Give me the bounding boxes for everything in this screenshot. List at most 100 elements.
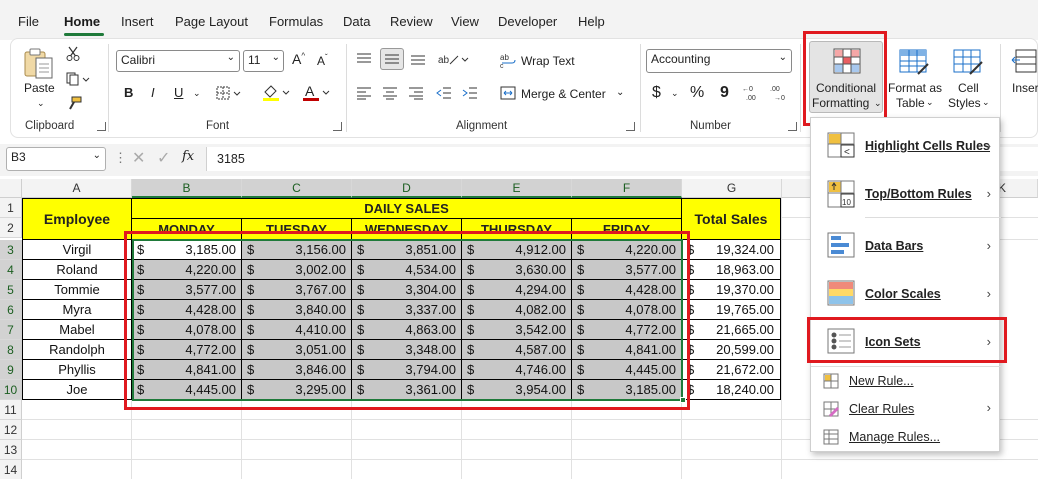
row-header-5[interactable]: 5 [0, 280, 22, 300]
increase-font-icon[interactable]: A^ [292, 51, 305, 67]
format-painter-icon[interactable] [66, 96, 82, 110]
accounting-format-button[interactable]: $ [652, 84, 661, 102]
comma-style-button[interactable]: 9 [720, 84, 729, 102]
row-header-9[interactable]: 9 [0, 360, 22, 380]
format-as-table-label-1[interactable]: Format as [888, 81, 942, 95]
name-box[interactable]: B3 ⌄ [6, 147, 106, 171]
insert-cells-icon[interactable] [1010, 48, 1038, 76]
select-all-corner[interactable] [0, 179, 22, 198]
employee-name-cell[interactable]: Myra [22, 300, 132, 320]
clipboard-launcher-icon[interactable] [97, 122, 106, 131]
decrease-font-icon[interactable]: Aˇ [317, 53, 328, 68]
chevron-down-icon[interactable]: ⌄ [926, 97, 934, 108]
row-header-11[interactable]: 11 [0, 400, 22, 420]
row-header-3[interactable]: 3 [0, 240, 22, 260]
menu-item-color-scales[interactable]: Color Scales › [811, 276, 1001, 316]
menu-item-new-rule[interactable]: New Rule... [811, 370, 1001, 394]
total-sales-header[interactable]: Total Sales [682, 198, 781, 240]
wrap-text-icon[interactable]: ab c [500, 52, 516, 68]
underline-icon[interactable]: U [174, 85, 183, 100]
row-header-12[interactable]: 12 [0, 420, 22, 440]
column-header-a[interactable]: A [22, 179, 132, 198]
tab-home[interactable]: Home [64, 14, 100, 29]
tab-file[interactable]: File [18, 14, 39, 29]
format-as-table-label-2[interactable]: Table [896, 96, 925, 110]
total-sales-cell[interactable]: $18,963.00 [682, 260, 781, 280]
chevron-down-icon[interactable]: ⌄ [193, 88, 201, 99]
bold-icon[interactable]: B [124, 85, 133, 100]
column-header-b[interactable]: B [132, 179, 242, 198]
font-name-dropdown[interactable]: Calibri ⌄ [116, 50, 240, 72]
decrease-indent-icon[interactable] [436, 86, 452, 100]
total-sales-cell[interactable]: $21,672.00 [682, 360, 781, 380]
chevron-down-icon[interactable]: ⌄ [616, 87, 624, 98]
tab-formulas[interactable]: Formulas [269, 14, 323, 29]
borders-icon[interactable] [216, 86, 242, 100]
font-color-icon[interactable]: A [302, 83, 332, 102]
employee-name-cell[interactable]: Phyllis [22, 360, 132, 380]
align-right-icon[interactable] [408, 86, 424, 100]
fill-color-icon[interactable] [262, 84, 292, 102]
tab-data[interactable]: Data [343, 14, 370, 29]
total-sales-cell[interactable]: $19,324.00 [682, 240, 781, 260]
cell-styles-label-2[interactable]: Styles [948, 96, 981, 110]
merge-center-button[interactable]: Merge & Center [521, 87, 606, 101]
tab-view[interactable]: View [451, 14, 479, 29]
menu-item-top-bottom-rules[interactable]: 10 Top/Bottom Rules › [811, 178, 1001, 218]
top-align-icon[interactable] [356, 52, 372, 66]
copy-icon[interactable] [66, 72, 90, 86]
number-format-dropdown[interactable]: Accounting ⌄ [646, 49, 792, 73]
employee-name-cell[interactable]: Joe [22, 380, 132, 400]
total-sales-cell[interactable]: $21,665.00 [682, 320, 781, 340]
insert-function-icon[interactable]: fx [182, 149, 194, 164]
alignment-launcher-icon[interactable] [626, 122, 635, 131]
employee-name-cell[interactable]: Roland [22, 260, 132, 280]
align-center-icon[interactable] [382, 86, 398, 100]
paste-icon[interactable] [22, 46, 56, 80]
bottom-align-icon[interactable] [410, 52, 426, 66]
enter-icon[interactable]: ✓ [157, 148, 170, 168]
column-header-c[interactable]: C [242, 179, 352, 198]
column-header-d[interactable]: D [352, 179, 462, 198]
row-header-13[interactable]: 13 [0, 440, 22, 460]
font-launcher-icon[interactable] [333, 122, 342, 131]
row-header-7[interactable]: 7 [0, 320, 22, 340]
menu-item-clear-rules[interactable]: Clear Rules › [811, 398, 1001, 422]
cell-styles-label-1[interactable]: Cell [958, 81, 979, 95]
row-header-2[interactable]: 2 [0, 218, 22, 238]
increase-indent-icon[interactable] [462, 86, 478, 100]
font-size-dropdown[interactable]: 11 ⌄ [243, 50, 284, 72]
align-left-icon[interactable] [356, 86, 372, 100]
tab-developer[interactable]: Developer [498, 14, 557, 29]
orientation-icon[interactable]: ab [438, 52, 470, 66]
tab-insert[interactable]: Insert [121, 14, 154, 29]
paste-button[interactable]: Paste [24, 81, 55, 95]
employee-header[interactable]: Employee [22, 198, 132, 240]
row-header-4[interactable]: 4 [0, 260, 22, 280]
employee-name-cell[interactable]: Tommie [22, 280, 132, 300]
daily-sales-header[interactable]: DAILY SALES [132, 198, 682, 219]
tab-page-layout[interactable]: Page Layout [175, 14, 248, 29]
menu-item-manage-rules[interactable]: Manage Rules... [811, 426, 1001, 450]
row-header-1[interactable]: 1 [0, 198, 22, 218]
column-header-f[interactable]: F [572, 179, 682, 198]
cut-icon[interactable] [66, 46, 80, 62]
employee-name-cell[interactable]: Randolph [22, 340, 132, 360]
merge-center-icon[interactable] [500, 85, 516, 101]
total-sales-cell[interactable]: $19,370.00 [682, 280, 781, 300]
wrap-text-button[interactable]: Wrap Text [521, 54, 575, 68]
row-header-6[interactable]: 6 [0, 300, 22, 320]
cell-styles-icon[interactable] [952, 48, 984, 76]
percent-style-button[interactable]: % [690, 84, 704, 102]
insert-cells-label[interactable]: Inser [1012, 81, 1038, 95]
total-sales-cell[interactable]: $18,240.00 [682, 380, 781, 400]
row-header-8[interactable]: 8 [0, 340, 22, 360]
row-header-10[interactable]: 10 [0, 380, 22, 400]
italic-icon[interactable]: I [151, 85, 155, 100]
tab-help[interactable]: Help [578, 14, 605, 29]
cancel-icon[interactable]: ✕ [132, 148, 145, 168]
tab-review[interactable]: Review [390, 14, 433, 29]
middle-align-icon[interactable] [380, 48, 404, 70]
menu-item-data-bars[interactable]: Data Bars › [811, 228, 1001, 268]
column-header-e[interactable]: E [462, 179, 572, 198]
